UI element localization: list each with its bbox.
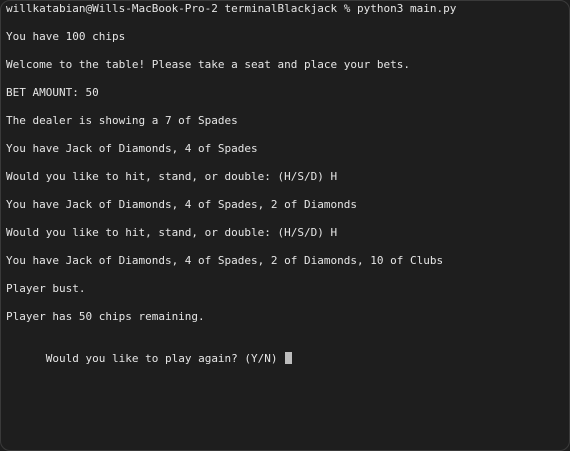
output-line-hit-prompt-2: Would you like to hit, stand, or double:… — [6, 226, 338, 239]
output-line-dealer-showing: The dealer is showing a 7 of Spades — [6, 114, 238, 127]
output-line-chips: You have 100 chips — [6, 30, 126, 43]
output-line-hit-prompt-1: Would you like to hit, stand, or double:… — [6, 170, 338, 183]
terminal-output[interactable]: willkatabian@Wills-MacBook-Pro-2 termina… — [6, 1, 565, 450]
terminal-window: willkatabian@Wills-MacBook-Pro-2 termina… — [0, 0, 570, 451]
output-line-player-hand-2: You have Jack of Diamonds, 4 of Spades, … — [6, 198, 357, 211]
command-prompt-line: willkatabian@Wills-MacBook-Pro-2 termina… — [6, 2, 457, 15]
play-again-prompt: Would you like to play again? (Y/N) — [45, 352, 285, 365]
output-line-bust: Player bust. — [6, 282, 86, 295]
output-line-welcome: Welcome to the table! Please take a seat… — [6, 58, 410, 71]
output-line-player-hand-1: You have Jack of Diamonds, 4 of Spades — [6, 142, 258, 155]
play-again-line[interactable]: Would you like to play again? (Y/N) — [6, 338, 293, 365]
text-cursor[interactable] — [285, 352, 293, 364]
output-line-player-hand-3: You have Jack of Diamonds, 4 of Spades, … — [6, 254, 444, 267]
output-line-chips-remaining: Player has 50 chips remaining. — [6, 310, 205, 323]
output-line-bet-amount: BET AMOUNT: 50 — [6, 86, 99, 99]
